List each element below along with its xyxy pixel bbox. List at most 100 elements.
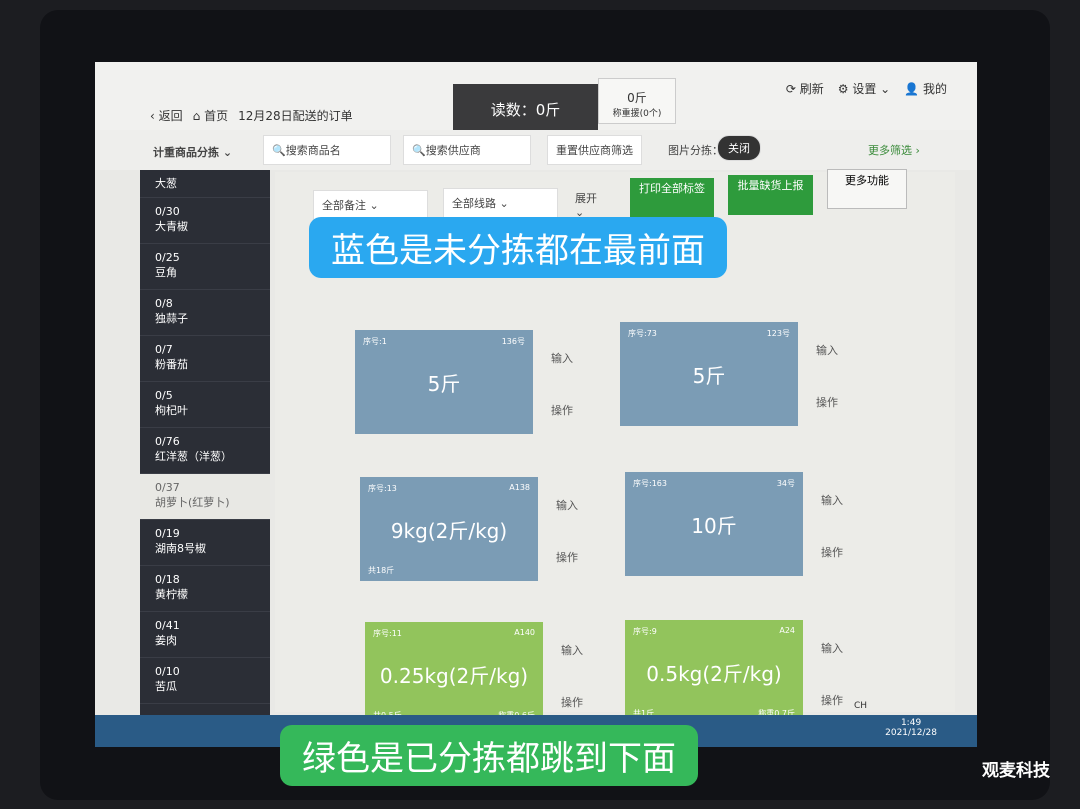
input-button[interactable]: 输入 [561,642,583,658]
item-count: 0/76 [155,435,180,448]
item-name: 豆角 [155,266,177,279]
card-weight: 0.25kg(2斤/kg) [379,664,529,688]
image-sort-toggle[interactable]: 关闭 [717,135,761,161]
more-filters-link[interactable]: 更多筛选 › [860,136,928,164]
user-menu[interactable]: 👤 我的 [904,80,947,97]
sidebar-item[interactable]: 0/5 枸杞叶 [140,382,270,428]
card-weight: 10斤 [691,514,737,538]
input-button[interactable]: 输入 [821,492,843,508]
card-serial: 序号:73 [628,329,657,338]
operate-button[interactable]: 操作 [821,692,843,708]
product-search-input[interactable]: 🔍搜索商品名 [263,135,391,165]
item-count: 0/37 [155,481,180,494]
back-label: 返回 [158,109,183,123]
sidebar-item[interactable]: 0/30 大青椒 [140,198,270,244]
mode-label: 计重商品分拣 [153,146,219,159]
clock-time: 1:49 [900,718,922,728]
sidebar-item[interactable]: 0/18 黄柠檬 [140,566,270,612]
home-link[interactable]: ⌂ 首页 [193,107,228,124]
more-filters-label: 更多筛选 [868,144,912,157]
supplier-search-input[interactable]: 🔍搜索供应商 [403,135,531,165]
route-select[interactable]: 全部线路 ⌄ [443,188,558,218]
back-button[interactable]: ‹ 返回 [150,107,183,124]
item-name: 胡萝卜(红萝卜) [155,496,230,509]
sorting-card[interactable]: 序号:163 34号 10斤 [625,472,803,576]
product-search-placeholder: 搜索商品名 [285,144,341,157]
item-name: 枸杞叶 [155,404,188,417]
input-button[interactable]: 输入 [821,640,843,656]
mode-select[interactable]: 计重商品分拣 ⌄ [145,138,240,166]
language-indicator[interactable]: CH [854,701,867,711]
sorting-card[interactable]: 序号:1 136号 5斤 [355,330,533,434]
sorting-card[interactable]: 序号:9 A24 0.5kg(2斤/kg) 共1斤 称重0.7斤 [625,620,803,724]
supplier-search-placeholder: 搜索供应商 [425,144,481,157]
settings-label: 设置 [852,82,877,96]
item-name: 粉番茄 [155,358,188,371]
card-weight: 9kg(2斤/kg) [390,519,508,543]
item-name: 独蒜子 [155,312,188,325]
item-name: 姜肉 [155,634,177,647]
product-list: 大葱 0/30 大青椒 0/25 豆角 0/8 独蒜子 0/7 粉番茄 0/5 枸杞叶 0/76 红洋葱… [140,170,270,715]
card-weight: 0.5kg(2斤/kg) [646,662,782,686]
operate-button[interactable]: 操作 [551,402,573,418]
operate-button[interactable]: 操作 [561,694,583,710]
settings-button[interactable]: ⚙ 设置 ⌄ [838,80,890,97]
caption-top: 蓝色是未分拣都在最前面 [309,217,727,278]
sidebar-item[interactable]: 0/37 胡萝卜(红萝卜) [140,474,270,520]
sorting-card[interactable]: 序号:13 A138 9kg(2斤/kg) 共18斤 [360,477,538,581]
item-count: 0/5 [155,389,173,402]
card-weight: 5斤 [427,372,461,396]
scale-status[interactable]: 0斤 称重援(0个) [598,78,676,124]
sidebar-item[interactable]: 0/25 豆角 [140,244,270,290]
clock: 1:49 2021/12/28 [885,718,937,738]
print-all-labels-button[interactable]: 打印全部标签 [630,178,714,218]
item-count: 0/10 [155,665,180,678]
remark-label: 全部备注 [322,199,366,212]
operate-button[interactable]: 操作 [821,544,843,560]
card-number: 34号 [776,479,795,488]
input-button[interactable]: 输入 [551,350,573,366]
sidebar-item[interactable]: 0/19 湖南8号椒 [140,520,270,566]
refresh-button[interactable]: ⟳ 刷新 [786,80,824,97]
reset-supplier-button[interactable]: 重置供应商筛选 [547,135,642,165]
card-weight: 5斤 [692,364,726,388]
sidebar-item[interactable]: 大葱 [140,170,270,198]
item-count: 0/8 [155,297,173,310]
card-number: 136号 [501,337,525,346]
header: ‹ 返回 ⌂ 首页 12月28日配送的订单 读数：0斤 0斤 称重援(0个) ⟳ … [95,62,977,134]
expand-label: 展开 [575,192,597,205]
card-total: 共18斤 [368,566,395,575]
sorting-card[interactable]: 序号:73 123号 5斤 [620,322,798,426]
watermark: 观麦科技 [982,761,1050,781]
sorting-card[interactable]: 序号:11A1400.25kg(2斤/kg)共0.5斤称重0.6斤 [365,622,543,726]
sidebar-item[interactable]: 0/76 红洋葱（洋葱） [140,428,270,474]
operate-button[interactable]: 操作 [556,549,578,565]
card-serial: 序号:1 [363,337,387,346]
card-number: A138 [509,483,530,492]
clock-date: 2021/12/28 [885,728,937,738]
sidebar-item[interactable]: 0/41 姜肉 [140,612,270,658]
scale-reading: 读数：0斤 [453,84,598,134]
user-label: 我的 [922,82,947,96]
item-count: 0/19 [155,527,180,540]
input-button[interactable]: 输入 [556,497,578,513]
item-count: 0/18 [155,573,180,586]
sidebar-item[interactable]: 0/7 粉番茄 [140,336,270,382]
sidebar-item[interactable]: 0/10 苦瓜 [140,658,270,704]
more-functions-button[interactable]: 更多功能 [827,169,907,209]
item-name: 湖南8号椒 [155,542,206,555]
card-serial: 序号:11 [373,629,402,638]
batch-out-of-stock-button[interactable]: 批量缺货上报 [728,175,813,215]
remark-select[interactable]: 全部备注 ⌄ [313,190,428,220]
caption-bottom: 绿色是已分拣都跳到下面 [280,725,698,786]
sidebar-item[interactable]: 0/8 独蒜子 [140,290,270,336]
card-number: A140 [514,628,535,637]
card-number: 123号 [766,329,790,338]
card-serial: 序号:9 [633,627,657,636]
operate-button[interactable]: 操作 [816,394,838,410]
screen: ‹ 返回 ⌂ 首页 12月28日配送的订单 读数：0斤 0斤 称重援(0个) ⟳ … [95,62,977,747]
item-name: 苦瓜 [155,680,177,693]
card-serial: 序号:163 [633,479,667,488]
card-serial: 序号:13 [368,484,397,493]
input-button[interactable]: 输入 [816,342,838,358]
